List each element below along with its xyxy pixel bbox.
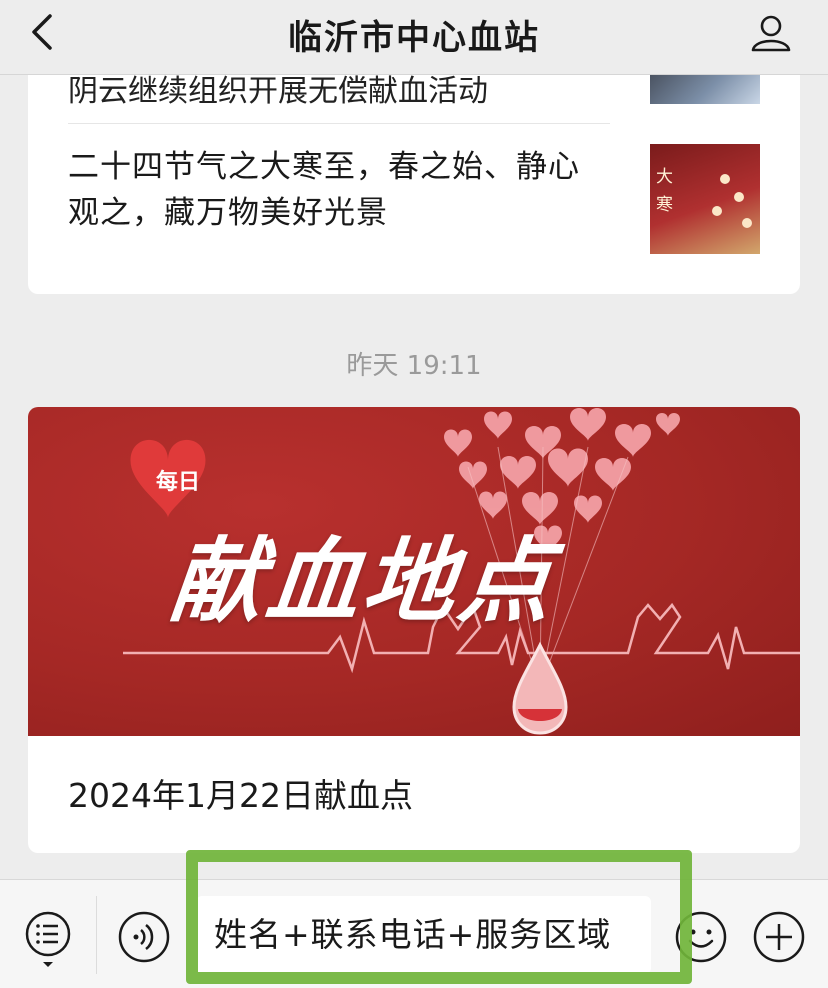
plus-circle-icon[interactable]	[752, 910, 806, 964]
thumbnail-glyph: 大	[656, 167, 673, 187]
divider	[68, 123, 610, 124]
message-timestamp: 昨天 19:11	[346, 351, 482, 381]
blossom-decoration	[734, 192, 744, 202]
voice-icon[interactable]	[117, 910, 171, 964]
page-title: 临沂市中心血站	[288, 18, 540, 58]
banner-title: 献血地点	[165, 528, 561, 635]
article-title: 二十四节气之大寒至，春之始、静心观之，藏万物美好光景	[68, 149, 580, 231]
article-thumbnail[interactable]: 大 寒	[650, 144, 760, 254]
thumbnail-glyph: 寒	[656, 195, 673, 215]
blossom-decoration	[742, 218, 752, 228]
nav-header: 临沂市中心血站	[0, 0, 828, 75]
blossom-decoration	[712, 206, 722, 216]
blossom-decoration	[720, 174, 730, 184]
article-banner: 每日 献血地点	[28, 407, 800, 736]
article-item[interactable]: 二十四节气之大寒至，春之始、静心观之，藏万物美好光景	[68, 144, 610, 236]
list-menu-icon[interactable]	[24, 910, 72, 970]
message-input[interactable]: 姓名+联系电话+服务区域	[196, 896, 651, 974]
article-title: 2024年1月22日献血点	[68, 776, 413, 815]
article-card[interactable]: 每日 献血地点 2024年1月22日献血点	[28, 407, 800, 853]
person-icon[interactable]	[750, 12, 792, 54]
banner-tag: 每日	[156, 470, 201, 495]
chat-input-bar: 姓名+联系电话+服务区域	[0, 879, 828, 988]
divider	[96, 896, 97, 974]
emoji-icon[interactable]	[674, 910, 728, 964]
